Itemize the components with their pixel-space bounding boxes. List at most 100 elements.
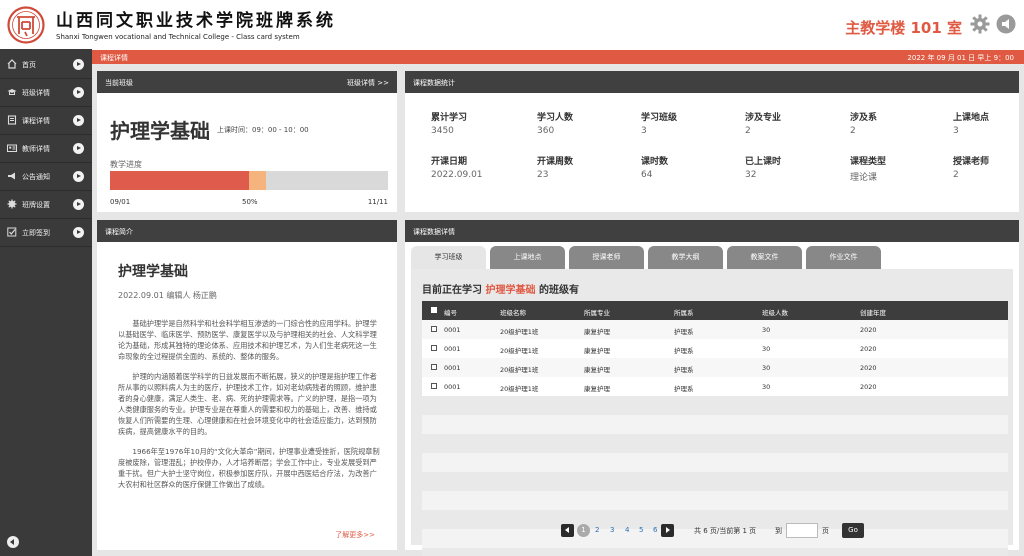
select-all-checkbox[interactable] (431, 307, 437, 313)
sidebar-item-card-settings[interactable]: 班牌设置 (0, 191, 92, 219)
section-title: 课程详情 (100, 54, 128, 62)
sidebar-item-announcements[interactable]: 公告通知 (0, 163, 92, 191)
table-cell: 0001 (444, 326, 461, 334)
table-cell: 康复护理 (584, 328, 610, 336)
table-cell: 护理系 (674, 328, 694, 336)
row-checkbox[interactable] (431, 345, 437, 351)
page-link[interactable]: 6 (653, 526, 657, 534)
intro-paragraph: 1966年至1976年10月的“文化大革命”期间，护理事业遭受挫折，医院规章制度… (118, 447, 380, 489)
current-page[interactable]: 1 (577, 524, 590, 537)
sidebar-item-course-details[interactable]: 课程详情 (0, 107, 92, 135)
stat-label: 开课日期 (431, 157, 468, 167)
row-checkbox[interactable] (431, 383, 437, 389)
table-row[interactable]: 0001 20级护理1班 康复护理 护理系 30 2020 (422, 339, 1008, 358)
page-link[interactable]: 4 (625, 526, 629, 534)
stat-label: 已上课时 (745, 157, 782, 167)
empty-row (422, 453, 1008, 472)
heading-prefix: 目前正在学习 (422, 285, 482, 296)
stat-value: 3 (953, 126, 959, 136)
notification-icon[interactable] (996, 14, 1016, 34)
datetime-display: 2022 年 09 月 01 日 早上 9：00 (907, 54, 1014, 62)
sidebar-nav: 首页 班级详情 课程详情 教师详情 公告通知 班牌设置 立即签到 (0, 49, 92, 556)
column-header: 所属系 (674, 309, 694, 317)
stat-label: 涉及专业 (745, 113, 782, 123)
settings-gear-icon[interactable] (970, 14, 990, 34)
sidebar-item-teacher-details[interactable]: 教师详情 (0, 135, 92, 163)
table-row[interactable]: 0001 20级护理1班 康复护理 护理系 30 2020 (422, 377, 1008, 396)
page-summary: 共 6 页/当前第 1 页 (694, 527, 757, 535)
stat-label: 开课周数 (537, 157, 574, 167)
app-title: 山西同文职业技术学院班牌系统 (56, 11, 336, 31)
stat-value: 64 (641, 170, 653, 180)
stat-value: 2 (745, 126, 751, 136)
stat-label: 涉及系 (850, 113, 878, 123)
page-link[interactable]: 3 (610, 526, 614, 534)
tab-syllabus[interactable]: 教学大纲 (648, 246, 723, 269)
table-cell: 康复护理 (584, 385, 610, 393)
column-header: 班级名称 (500, 309, 526, 317)
heading-suffix: 的班级有 (538, 285, 579, 296)
stat-value: 360 (537, 126, 555, 136)
class-details-link[interactable]: 班级详情 >> (347, 78, 389, 88)
learn-more-link[interactable]: 了解更多>> (335, 530, 375, 540)
intro-title: 护理学基础 (118, 264, 188, 280)
stat-label: 学习人数 (537, 113, 574, 123)
stat-item: 开课日期 2022.09.01 (431, 154, 531, 180)
course-detail-panel: 课程数据详情 学习班级 上课地点 授课老师 教学大纲 教案文件 作业文件 目前正… (405, 220, 1019, 556)
table-row[interactable]: 0001 20级护理1班 康复护理 护理系 30 2020 (422, 320, 1008, 339)
sidebar-item-check-in[interactable]: 立即签到 (0, 219, 92, 247)
home-icon (7, 59, 17, 69)
tab-homework[interactable]: 作业文件 (806, 246, 881, 269)
sidebar-item-home[interactable]: 首页 (0, 51, 92, 79)
tab-content: 目前正在学习 护理学基础 的班级有 编号 班级名称 所属专业 所属系 班级人数 创建年度 0… (411, 269, 1013, 556)
stat-value: 理论课 (850, 173, 878, 183)
course-intro-panel: 课程简介 护理学基础 2022.09.01 编辑人 杨正鹏 基础护理学是自然科学… (97, 220, 397, 550)
row-checkbox[interactable] (431, 326, 437, 332)
book-icon (7, 115, 17, 125)
panel-header: 当前班级 班级详情 >> (97, 71, 397, 93)
table-cell: 护理系 (674, 366, 694, 374)
stat-item: 授课老师 2 (953, 154, 1024, 180)
panel-header: 课程简介 (97, 220, 397, 242)
table-header-row: 编号 班级名称 所属专业 所属系 班级人数 创建年度 (422, 301, 1008, 320)
tab-teachers[interactable]: 授课老师 (569, 246, 644, 269)
stat-item: 学习班级 3 (641, 110, 741, 136)
stat-item: 上课地点 3 (953, 110, 1024, 136)
panel-header: 课程数据统计 (405, 71, 1019, 93)
table-cell: 30 (762, 345, 771, 353)
panel-header: 课程数据详情 (405, 220, 1019, 242)
empty-row (422, 396, 1008, 415)
tab-lesson-plans[interactable]: 教案文件 (727, 246, 802, 269)
table-cell: 2020 (860, 345, 877, 353)
collapse-sidebar-icon[interactable] (7, 536, 19, 548)
table-row[interactable]: 0001 20级护理1班 康复护理 护理系 30 2020 (422, 358, 1008, 377)
page-link[interactable]: 5 (639, 526, 643, 534)
panel-title: 课程数据详情 (413, 228, 455, 236)
sidebar-item-label: 首页 (22, 61, 36, 69)
table-heading: 目前正在学习 护理学基础 的班级有 (422, 281, 579, 296)
prev-page-icon[interactable] (561, 524, 574, 537)
table-cell: 康复护理 (584, 347, 610, 355)
column-header: 所属专业 (584, 309, 610, 317)
tab-classes[interactable]: 学习班级 (411, 246, 486, 269)
goto-label: 到 (775, 527, 782, 535)
megaphone-icon (8, 172, 15, 180)
sidebar-item-label: 课程详情 (22, 117, 50, 125)
empty-row (422, 434, 1008, 453)
empty-row (422, 491, 1008, 510)
course-stats-panel: 课程数据统计 累计学习 3450 学习人数 360 学习班级 3 涉及专业 2 涉及系 2 上课地点… (405, 71, 1019, 212)
stat-item: 涉及系 2 (850, 110, 950, 136)
go-button[interactable]: Go (842, 523, 864, 538)
sidebar-item-label: 班级详情 (22, 89, 50, 97)
intro-paragraph: 护理的内涵随着医学科学的日益发展而不断拓展，狭义的护理是指护理工作者所从事的以照… (118, 372, 377, 436)
checkbox-icon (7, 227, 17, 237)
app-header: 山西同文职业技术学院班牌系统 Shanxi Tongwen vocational… (0, 0, 1024, 49)
page-link[interactable]: 2 (595, 526, 599, 534)
page-number-input[interactable] (786, 523, 818, 538)
table-cell: 30 (762, 364, 771, 372)
next-page-icon[interactable] (661, 524, 674, 537)
tab-locations[interactable]: 上课地点 (490, 246, 565, 269)
row-checkbox[interactable] (431, 364, 437, 370)
chevron-right-icon (73, 87, 84, 98)
sidebar-item-class-details[interactable]: 班级详情 (0, 79, 92, 107)
